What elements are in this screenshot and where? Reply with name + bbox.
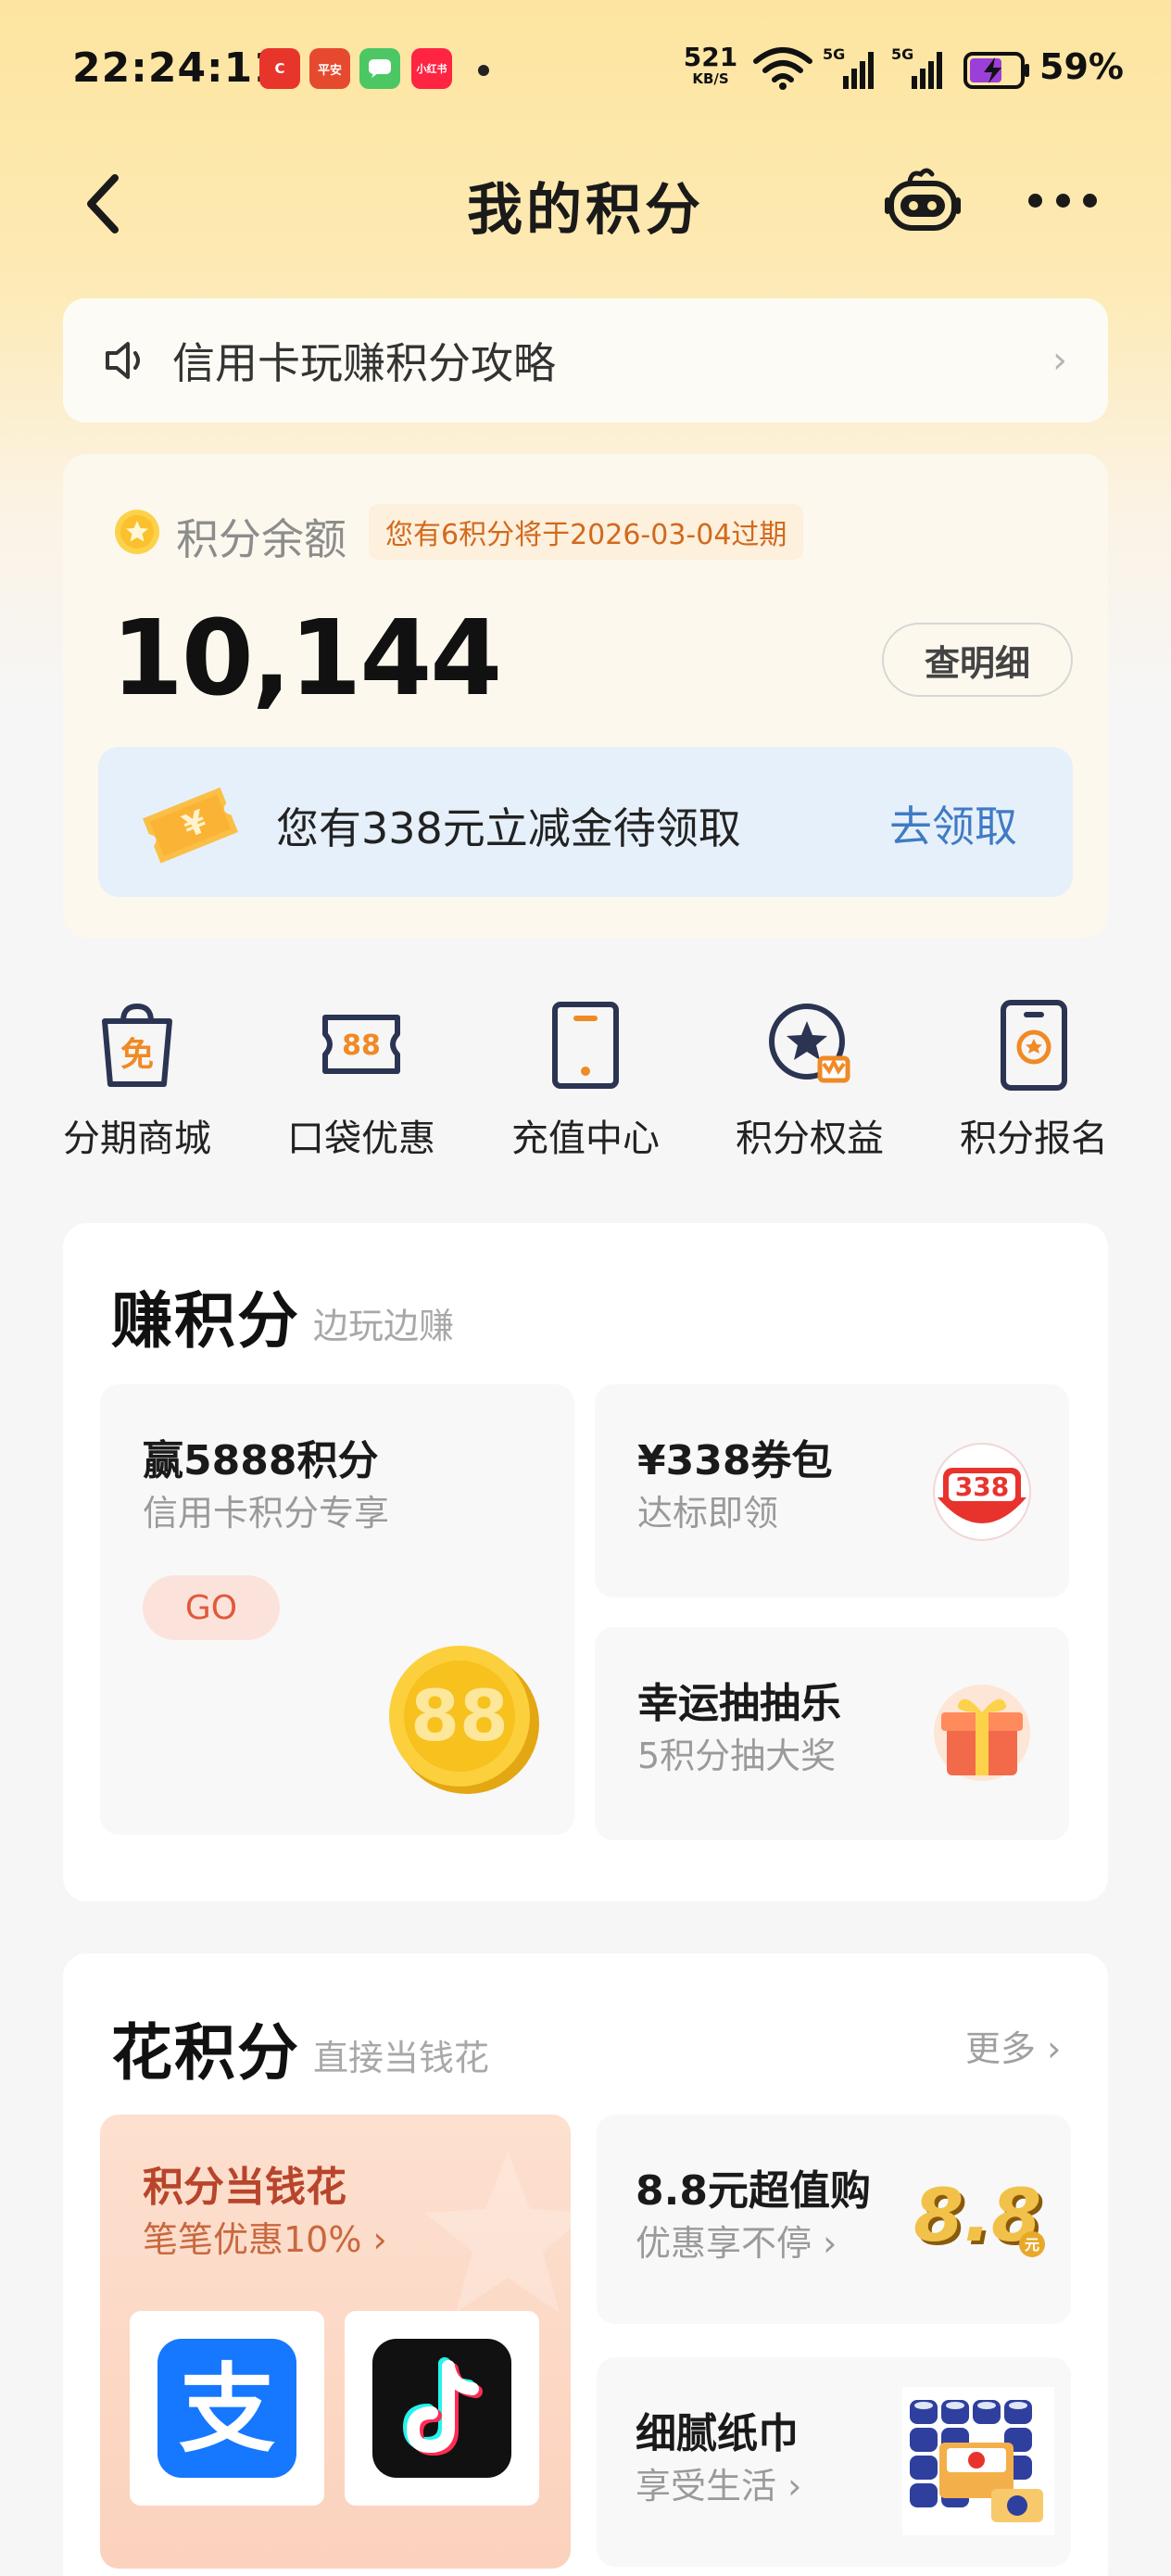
speaker-icon (106, 342, 140, 379)
more-options-button[interactable] (1028, 182, 1097, 219)
more-link[interactable]: 更多 › (965, 2020, 1061, 2071)
alipay-logo-icon: 支 (157, 2339, 296, 2478)
notification-dot-icon (478, 65, 489, 76)
quick-menu-label: 分期商城 (63, 1118, 211, 1160)
xiaohongshu-app-icon: 小红书 (411, 48, 452, 89)
win-points-subtitle: 信用卡积分专享 (143, 1493, 390, 1534)
view-details-button[interactable]: 查明细 (882, 623, 1073, 697)
signal-5g-icon-2: 5G (891, 45, 942, 89)
star-watermark-icon (424, 2152, 571, 2313)
gold-coin-icon (115, 510, 159, 554)
price-8-8-badge-icon: 8.8 8.8 元 (913, 2175, 1045, 2262)
svg-text:免: 免 (120, 1036, 154, 1074)
claim-coupon-link[interactable]: 去领取 (889, 793, 1017, 854)
gift-box-icon (934, 1685, 1030, 1781)
coupon-pack-subtitle: 达标即领 (637, 1493, 779, 1534)
douyin-logo-icon (372, 2339, 511, 2478)
chevron-right-icon: › (776, 2466, 802, 2507)
points-as-cash-subtitle: 笔笔优惠10% › (143, 2211, 387, 2262)
ticket-icon: 88 (322, 1015, 400, 1074)
value-buy-subtitle-text: 优惠享不停 (636, 2223, 812, 2264)
shopping-bag-icon: 免 (102, 1003, 172, 1087)
earn-section-title: 赚积分 (111, 1285, 300, 1357)
quick-menu-label: 积分报名 (960, 1118, 1108, 1160)
svg-text:88: 88 (342, 1029, 381, 1062)
dot-icon (1055, 193, 1070, 208)
chevron-right-icon: › (361, 2219, 387, 2260)
quick-menu-installment-mall[interactable]: 免 分期商城 (44, 993, 230, 1162)
win-points-title: 赢5888积分 (143, 1437, 379, 1484)
coupon-338-badge-icon: 338 (933, 1443, 1031, 1541)
ctrip-app-icon: C (259, 48, 300, 89)
quick-menu-label: 充值中心 (511, 1118, 660, 1160)
svg-text:支: 支 (179, 2353, 275, 2466)
lucky-draw-subtitle: 5积分抽大奖 (637, 1736, 837, 1776)
messages-app-icon (359, 48, 400, 89)
svg-text:88: 88 (410, 1674, 509, 1757)
status-bar: 22:24:11 C 平安 小红书 521 KB/S 5G 5G 59% (0, 0, 1171, 139)
coupon-ticket-icon: ¥ (143, 787, 238, 864)
lucky-draw-title: 幸运抽抽乐 (637, 1680, 841, 1727)
dot-icon (1028, 193, 1042, 208)
status-time: 22:24:11 (72, 44, 283, 92)
chevron-right-icon: › (1036, 2028, 1062, 2069)
svg-text:元: 元 (1025, 2236, 1039, 2254)
douyin-tile[interactable] (345, 2311, 539, 2506)
points-guide-text: 信用卡玩赚积分攻略 (172, 338, 556, 388)
value-buy-subtitle: 优惠享不停 › (636, 2215, 837, 2266)
tissue-subtitle-text: 享受生活 (636, 2466, 777, 2507)
chevron-right-icon: › (1052, 339, 1067, 382)
pingan-bank-app-icon: 平安 (309, 48, 350, 89)
quick-menu-pocket-deals[interactable]: 88 口袋优惠 (269, 993, 454, 1162)
wifi-icon (753, 47, 812, 90)
points-balance-label: 积分余额 (176, 514, 346, 564)
coupon-pending-text: 您有338元立减金待领取 (276, 803, 741, 853)
star-badge-icon (769, 1004, 850, 1083)
dot-icon (1083, 193, 1097, 208)
signal-5g-icon: 5G (823, 45, 874, 89)
points-as-cash-title: 积分当钱花 (143, 2164, 346, 2211)
tissue-subtitle: 享受生活 › (636, 2457, 801, 2508)
quick-menu-label: 口袋优惠 (287, 1118, 435, 1160)
page-title: 我的积分 (467, 178, 704, 243)
customer-service-bot-icon[interactable] (884, 163, 962, 241)
value-buy-title: 8.8元超值购 (636, 2167, 871, 2215)
svg-text:338: 338 (955, 1471, 1009, 1502)
go-button[interactable]: GO (143, 1575, 280, 1640)
points-as-cash-subtitle-text: 笔笔优惠10% (143, 2219, 362, 2260)
gold-coin-88-icon: 88 (389, 1646, 539, 1794)
quick-menu-points-benefits[interactable]: 积分权益 (717, 993, 902, 1162)
spend-section-title: 花积分 (111, 2017, 300, 2089)
network-speed: 521 KB/S (683, 42, 738, 87)
battery-charging-icon (963, 52, 1029, 89)
points-guide-banner[interactable]: 信用卡玩赚积分攻略 › (63, 298, 1108, 423)
coupon-pack-title: ¥338券包 (637, 1437, 833, 1484)
signup-phone-icon (1001, 1000, 1067, 1091)
tissue-title: 细腻纸巾 (636, 2410, 799, 2457)
quick-menu-label: 积分权益 (736, 1118, 884, 1160)
quick-menu-recharge-center[interactable]: 充值中心 (493, 993, 678, 1162)
chevron-right-icon: › (812, 2223, 837, 2264)
quick-menu-points-signup[interactable]: 积分报名 (941, 993, 1127, 1162)
svg-text:5G: 5G (823, 45, 845, 63)
points-balance-value: 10,144 (111, 599, 502, 719)
spend-section-subtitle: 直接当钱花 (313, 2038, 490, 2078)
tissue-pack-image (902, 2387, 1054, 2535)
svg-text:5G: 5G (891, 45, 913, 63)
phone-icon (552, 1002, 619, 1089)
points-expire-notice: 您有6积分将于2026-03-04过期 (369, 504, 804, 560)
more-link-label: 更多 (965, 2028, 1037, 2069)
battery-percent: 59% (1039, 46, 1124, 87)
alipay-tile[interactable]: 支 (130, 2311, 324, 2506)
earn-section-subtitle: 边玩边赚 (313, 1306, 455, 1346)
